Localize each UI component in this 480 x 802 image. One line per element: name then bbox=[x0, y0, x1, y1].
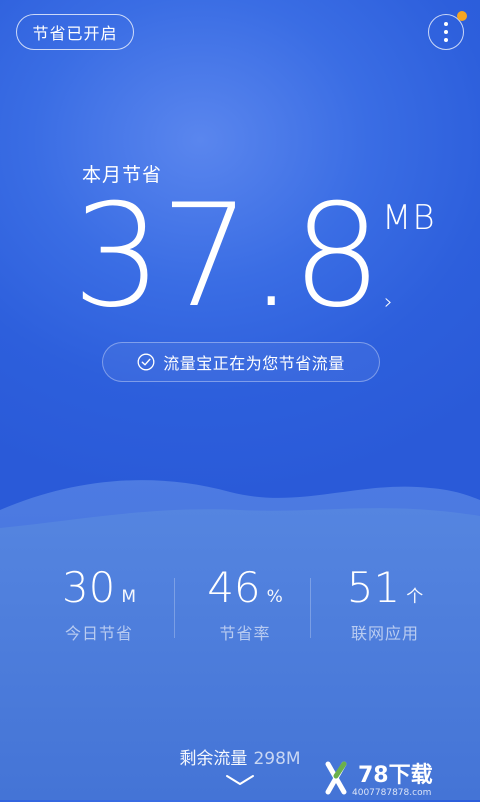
saving-enabled-toggle[interactable]: 节省已开启 bbox=[16, 14, 134, 50]
stat-divider bbox=[174, 578, 175, 638]
watermark-logo: 78下载 4007787878.com bbox=[325, 761, 433, 798]
stat-today-saved[interactable]: 30 M 今日节省 bbox=[24, 562, 174, 644]
more-vertical-icon bbox=[444, 22, 448, 42]
stat-label: 节省率 bbox=[219, 624, 271, 643]
month-saved-unit: MB bbox=[382, 198, 436, 238]
stat-unit: 个 bbox=[406, 587, 424, 607]
stat-label: 今日节省 bbox=[64, 624, 133, 643]
remaining-value: 298M bbox=[253, 749, 301, 769]
stat-label: 联网应用 bbox=[350, 624, 419, 643]
month-saved-amount[interactable]: 37.8 bbox=[72, 186, 382, 328]
chevron-right-icon[interactable]: › bbox=[384, 290, 393, 315]
stat-value: 30 bbox=[61, 563, 116, 612]
remaining-label: 剩余流量 bbox=[179, 749, 248, 769]
check-circle-icon bbox=[137, 353, 155, 371]
stat-unit: M bbox=[121, 587, 137, 607]
watermark: 78下载 4007787878.com bbox=[322, 758, 472, 798]
stat-unit: % bbox=[266, 587, 283, 607]
stat-divider bbox=[310, 578, 311, 638]
chevron-down-icon[interactable] bbox=[224, 772, 256, 788]
stat-save-rate[interactable]: 46% 节省率 bbox=[170, 562, 320, 644]
watermark-brand: 78下载 bbox=[358, 762, 433, 788]
saving-status-text: 流量宝正在为您节省流量 bbox=[163, 354, 345, 373]
notification-dot bbox=[457, 11, 467, 21]
stat-network-apps[interactable]: 51 个 联网应用 bbox=[310, 562, 460, 644]
stat-value: 51 bbox=[346, 563, 401, 612]
watermark-phone: 4007787878.com bbox=[352, 788, 431, 798]
saving-status-pill: 流量宝正在为您节省流量 bbox=[102, 342, 380, 382]
stats-row: 30 M 今日节省 46% 节省率 51 个 联网应用 bbox=[0, 562, 480, 652]
saving-enabled-label: 节省已开启 bbox=[32, 24, 118, 43]
stat-value: 46 bbox=[207, 563, 261, 612]
